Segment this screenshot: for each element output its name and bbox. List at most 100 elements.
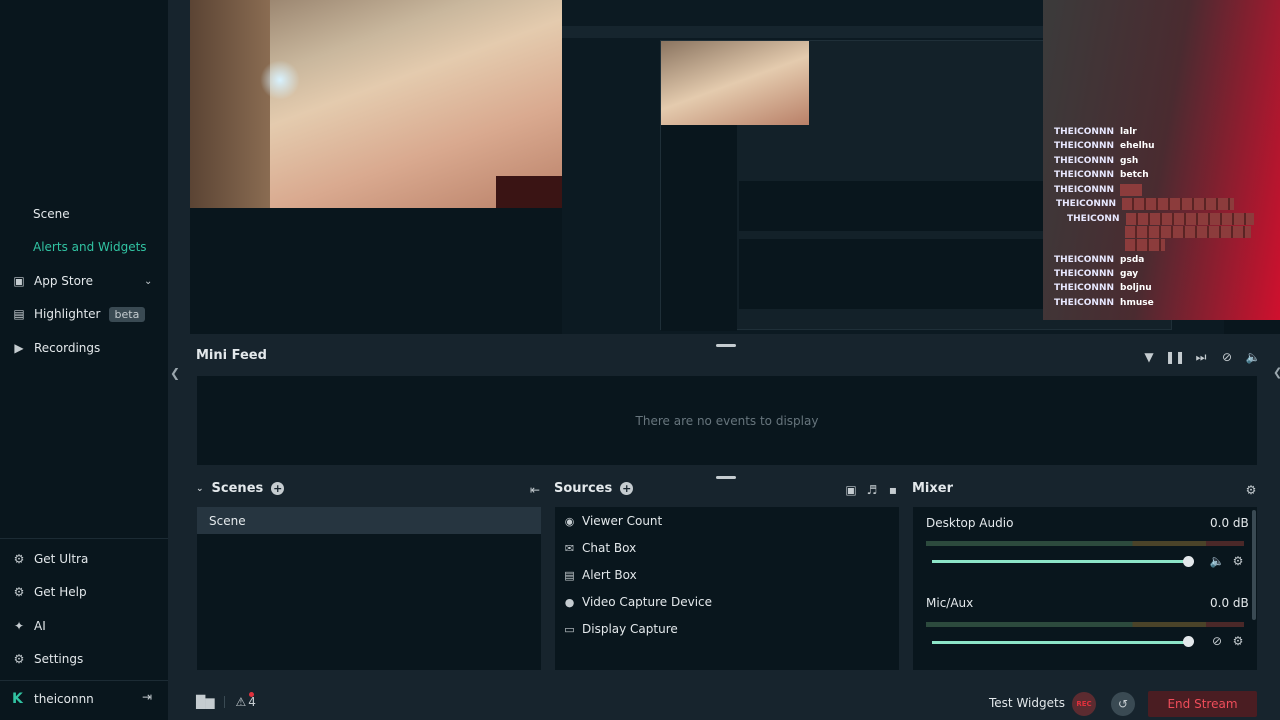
user-logo: K: [12, 691, 23, 707]
sidebar-item-label: Get Help: [34, 585, 87, 599]
nested-webcam: [661, 41, 809, 125]
sidebar-item-label: Settings: [34, 652, 84, 666]
sidebar-item-recordings[interactable]: ▶ Recordings: [12, 338, 100, 358]
mute-alerts-icon[interactable]: ⊘: [1221, 350, 1233, 364]
notifications-icon[interactable]: ⚠: [235, 695, 246, 709]
alert-box-icon: ▤: [564, 568, 575, 582]
chat-line: THEICONNN betch: [1054, 170, 1149, 180]
sidebar-item-scene[interactable]: Scene: [33, 204, 70, 224]
chat-line: THEICONNN hmuse: [1054, 298, 1154, 308]
beta-badge: beta: [108, 306, 146, 322]
end-stream-button[interactable]: End Stream: [1148, 691, 1257, 717]
chat-line: THEICONNN psda: [1054, 255, 1145, 265]
logout-icon[interactable]: ⇥: [142, 690, 152, 704]
source-label: Video Capture Device: [582, 595, 713, 609]
footer-left: █▆ ⚠ 4: [196, 695, 256, 709]
scene-item[interactable]: Scene: [197, 507, 541, 534]
source-label: Chat Box: [582, 541, 637, 555]
volume-slider[interactable]: [932, 560, 1188, 563]
mixer-scrollbar[interactable]: [1252, 510, 1256, 620]
store-icon: ▣: [13, 274, 25, 288]
chat-line: THEICONNN gay: [1054, 269, 1139, 279]
webcam-feed: [190, 0, 562, 208]
volume-icon[interactable]: 🔈: [1246, 350, 1261, 364]
sources-header: Sources +: [554, 481, 634, 496]
chat-line: THEICONNN lalr: [1054, 127, 1137, 137]
scene-transition-icon[interactable]: ⇤: [528, 483, 542, 497]
sparkle-icon: ✦: [13, 619, 25, 633]
filter-icon[interactable]: ▼: [1143, 350, 1155, 364]
gear-icon[interactable]: ⚙: [1231, 634, 1245, 648]
resize-handle[interactable]: [716, 476, 736, 479]
sidebar-item-ai[interactable]: ✦ AI: [12, 616, 46, 636]
sidebar-item-get-ultra[interactable]: ⚙ Get Ultra: [12, 549, 89, 569]
source-item[interactable]: ▭ Display Capture: [563, 619, 678, 639]
mixer-title: Mixer: [912, 481, 954, 496]
emote: [1125, 213, 1254, 225]
emote: [1120, 184, 1143, 196]
minifeed-toolbar: ▼ ❚❚ ⏭ ⊘ 🔈: [1143, 350, 1261, 365]
eye-icon: ◉: [564, 514, 575, 528]
mic-muted-icon[interactable]: ⊘: [1210, 634, 1224, 648]
chat-line: THEICONNN gsh: [1054, 156, 1139, 166]
add-folder-icon[interactable]: ▪: [886, 483, 900, 497]
username: theiconnn: [34, 692, 94, 706]
source-group-icon[interactable]: ▣: [844, 483, 858, 497]
channel-label: Mic/Aux: [926, 596, 974, 610]
resize-handle[interactable]: [716, 344, 736, 347]
sidebar-item-app-store[interactable]: ▣ App Store ⌄: [12, 271, 152, 291]
minifeed-title: Mini Feed: [196, 348, 267, 363]
sidebar-item-label: App Store: [34, 274, 93, 288]
source-item[interactable]: ◉ Viewer Count: [563, 511, 663, 531]
record-button[interactable]: REC: [1072, 692, 1096, 716]
sidebar-item-get-help[interactable]: ⚙ Get Help: [12, 582, 87, 602]
gear-icon: ⚙: [13, 652, 25, 666]
notification-dot: [249, 692, 254, 697]
volume-slider-knob[interactable]: [1183, 636, 1194, 647]
sidebar-item-label: Highlighter: [34, 307, 101, 321]
pause-icon[interactable]: ❚❚: [1165, 350, 1185, 364]
sidebar-divider: [0, 538, 168, 539]
skip-icon[interactable]: ⏭: [1195, 350, 1207, 364]
stats-icon[interactable]: █▆: [196, 695, 214, 709]
test-widgets-button[interactable]: Test Widgets: [989, 696, 1065, 710]
gear-icon[interactable]: ⚙: [1231, 554, 1245, 568]
expand-right-icon[interactable]: ❮: [1273, 366, 1280, 379]
monitor-icon: ▭: [564, 622, 575, 636]
sidebar-item-label: AI: [34, 619, 46, 633]
volume-slider-knob[interactable]: [1183, 556, 1194, 567]
add-source-button[interactable]: +: [620, 482, 634, 495]
help-icon: ⚙: [13, 585, 25, 599]
sidebar-item-highlighter[interactable]: ▤ Highlighter beta: [12, 304, 146, 324]
source-label: Viewer Count: [582, 514, 663, 528]
chat-line: THEICONNN boljnu: [1054, 283, 1152, 293]
add-scene-button[interactable]: +: [271, 482, 285, 495]
sidebar-item-label: Get Ultra: [34, 552, 89, 566]
sidebar-item-alerts-and-widgets[interactable]: Alerts and Widgets: [33, 237, 147, 257]
volume-meter: [926, 541, 1244, 546]
webcam-icon: ●: [564, 595, 575, 609]
chat-box-overlay: THEICONNN lalr THEICONNN ehelhu THEICONNN g…: [1043, 0, 1280, 320]
chat-line: THEICONNN: [1056, 197, 1235, 211]
speaker-icon[interactable]: 🔈: [1210, 554, 1225, 568]
mixer-header: Mixer: [912, 481, 953, 496]
mixer-panel: [913, 507, 1257, 670]
source-label: Display Capture: [582, 622, 678, 636]
source-item[interactable]: ● Video Capture Device: [563, 592, 712, 612]
replay-buffer-icon[interactable]: ↺: [1111, 692, 1135, 716]
source-item[interactable]: ▤ Alert Box: [563, 565, 636, 585]
chevron-down-icon[interactable]: ⌄: [196, 484, 204, 494]
sources-list: [555, 507, 899, 670]
sidebar-item-settings[interactable]: ⚙ Settings: [12, 649, 84, 669]
volume-slider[interactable]: [932, 641, 1188, 644]
chat-line: THEICONN: [1067, 212, 1254, 226]
minifeed-events: There are no events to display: [197, 376, 1257, 465]
play-circle-icon: ▶: [14, 341, 24, 355]
user-profile[interactable]: K theiconnn: [12, 689, 94, 709]
sources-title: Sources: [554, 481, 613, 496]
volume-meter: [926, 622, 1244, 627]
source-audio-icon[interactable]: ♬: [865, 483, 879, 497]
mixer-settings-icon[interactable]: ⚙: [1244, 483, 1258, 497]
source-item[interactable]: ✉ Chat Box: [563, 538, 636, 558]
collapse-sidebar-icon[interactable]: ❮: [170, 366, 180, 380]
